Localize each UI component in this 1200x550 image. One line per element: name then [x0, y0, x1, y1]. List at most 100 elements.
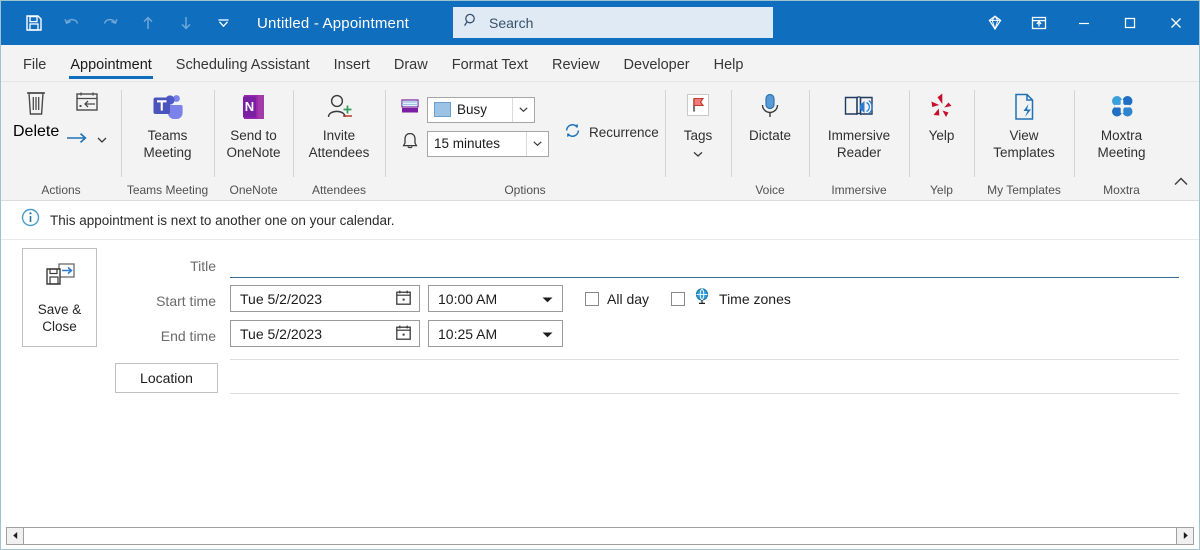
moxtra-icon	[1106, 90, 1138, 124]
all-day-checkbox-row[interactable]: All day	[585, 291, 649, 307]
ribbon-group-my-templates: View Templates My Templates	[974, 82, 1074, 201]
ribbon-group-moxtra: Moxtra Meeting Moxtra	[1074, 82, 1169, 201]
field-labels: Title Start time End time	[115, 248, 218, 353]
info-bar: This appointment is next to another one …	[1, 201, 1199, 240]
attendees-label-1: Invite	[322, 128, 356, 143]
ribbon-group-label-immersive: Immersive	[831, 183, 887, 197]
start-time-chevron-down-icon[interactable]	[541, 291, 554, 307]
start-date-value: Tue 5/2/2023	[240, 290, 322, 307]
calendar-icon[interactable]	[395, 289, 412, 309]
start-date-input[interactable]: Tue 5/2/2023	[230, 285, 420, 312]
calendar-icon[interactable]	[395, 324, 412, 344]
ribbon-group-label-options: Options	[504, 183, 546, 197]
customize-quick-access-toolbar-icon[interactable]	[205, 5, 243, 41]
tags-chevron-down-icon[interactable]	[692, 145, 704, 163]
ribbon-group-options: Busy 15 minutes Recurrence Options	[385, 82, 665, 201]
ribbon-group-teams-meeting: Teams Meeting Teams Meeting	[121, 82, 214, 201]
teams-icon	[151, 90, 185, 124]
title-bar: Untitled - Appointment Search	[1, 1, 1199, 45]
ribbon-display-options-icon[interactable]	[1017, 1, 1061, 45]
view-templates-icon	[1009, 90, 1039, 124]
invite-attendees-button[interactable]: Invite Attendees	[301, 86, 377, 161]
tags-icon	[682, 90, 714, 124]
reminder-bell-icon	[399, 130, 421, 157]
globe-icon	[693, 287, 711, 310]
teams-meeting-label-2: Meeting	[143, 145, 192, 160]
tab-review[interactable]: Review	[540, 57, 612, 81]
save-icon[interactable]	[15, 5, 53, 41]
start-time-input[interactable]: 10:00 AM	[428, 285, 563, 312]
next-item-icon[interactable]	[167, 5, 205, 41]
send-to-onenote-button[interactable]: N Send to OneNote	[222, 86, 285, 161]
ribbon-group-immersive: Immersive Reader Immersive	[809, 82, 909, 201]
minimize-button[interactable]	[1061, 1, 1107, 45]
ribbon-group-label-onenote: OneNote	[229, 183, 278, 197]
info-icon	[21, 208, 40, 232]
immersive-reader-button[interactable]: Immersive Reader	[817, 86, 901, 161]
show-as-chevron-down-icon[interactable]	[512, 97, 534, 122]
move-to-folder-icon[interactable]	[73, 88, 101, 123]
diamond-icon[interactable]	[973, 1, 1017, 45]
time-zones-checkbox-row[interactable]: Time zones	[671, 287, 791, 310]
yelp-button[interactable]: Yelp	[917, 86, 966, 144]
end-time-label: End time	[160, 327, 216, 344]
recurrence-button[interactable]: Recurrence	[563, 121, 659, 143]
tab-format-text[interactable]: Format Text	[440, 57, 540, 81]
body-separator	[230, 393, 1179, 394]
delete-label: Delete	[13, 123, 60, 140]
forward-icon[interactable]	[65, 131, 89, 150]
maximize-button[interactable]	[1107, 1, 1153, 45]
tags-button[interactable]: Tags	[673, 86, 723, 163]
time-zones-label: Time zones	[719, 290, 791, 307]
ribbon-group-label-teams-meeting: Teams Meeting	[126, 183, 209, 197]
teams-meeting-button[interactable]: Teams Meeting	[130, 86, 206, 161]
appointment-form: Save & Close Title Start time End time Lo…	[1, 240, 1199, 537]
immersive-reader-label-2: Reader	[836, 145, 882, 160]
time-zones-checkbox[interactable]	[671, 291, 686, 306]
redo-icon[interactable]	[91, 5, 129, 41]
actions-chevron-down-icon[interactable]	[96, 132, 108, 150]
tab-help[interactable]: Help	[702, 57, 756, 81]
tab-developer[interactable]: Developer	[612, 57, 702, 81]
close-button[interactable]	[1153, 1, 1199, 45]
tab-insert[interactable]: Insert	[322, 57, 382, 81]
location-button[interactable]: Location	[115, 363, 218, 393]
ribbon-group-voice: Dictate Voice	[731, 82, 809, 201]
tab-scheduling-assistant[interactable]: Scheduling Assistant	[164, 57, 322, 81]
horizontal-scrollbar[interactable]	[6, 526, 1194, 545]
moxtra-meeting-button[interactable]: Moxtra Meeting	[1082, 86, 1161, 161]
moxtra-label-2: Meeting	[1097, 145, 1146, 160]
reminder-chevron-down-icon[interactable]	[526, 131, 548, 156]
search-box[interactable]: Search	[453, 7, 773, 38]
delete-icon[interactable]	[21, 86, 51, 123]
title-input[interactable]	[230, 248, 1179, 278]
save-and-close-button[interactable]: Save & Close	[22, 248, 97, 347]
show-as-dropdown[interactable]: Busy	[427, 96, 535, 123]
end-date-value: Tue 5/2/2023	[240, 325, 322, 342]
all-day-checkbox[interactable]	[585, 291, 599, 306]
scroll-left-icon[interactable]	[6, 526, 24, 545]
dictate-button[interactable]: Dictate	[739, 86, 801, 144]
tab-file[interactable]: File	[11, 57, 58, 81]
previous-item-icon[interactable]	[129, 5, 167, 41]
collapse-ribbon-button[interactable]	[1171, 173, 1191, 196]
end-time-input[interactable]: 10:25 AM	[428, 320, 563, 347]
show-as-color-swatch	[434, 102, 451, 117]
end-time-chevron-down-icon[interactable]	[541, 326, 554, 342]
reminder-dropdown[interactable]: 15 minutes	[427, 130, 549, 157]
svg-text:N: N	[244, 99, 253, 114]
scrollbar-track[interactable]	[24, 526, 1176, 545]
tab-draw[interactable]: Draw	[382, 57, 440, 81]
tab-appointment[interactable]: Appointment	[58, 57, 163, 81]
end-date-input[interactable]: Tue 5/2/2023	[230, 320, 420, 347]
view-templates-button[interactable]: View Templates	[982, 86, 1066, 161]
ribbon: Delete Actions Teams Meeting Teams Meeti…	[1, 82, 1199, 201]
undo-icon[interactable]	[53, 5, 91, 41]
onenote-label-2: OneNote	[226, 145, 281, 160]
ribbon-group-label-yelp: Yelp	[930, 183, 953, 197]
scroll-right-icon[interactable]	[1176, 526, 1194, 545]
ribbon-group-label-voice: Voice	[755, 183, 785, 197]
start-time-row: Tue 5/2/2023 10:00 AM All day Time zones	[230, 285, 1179, 312]
recurrence-label: Recurrence	[589, 124, 659, 140]
all-day-label: All day	[607, 290, 650, 307]
